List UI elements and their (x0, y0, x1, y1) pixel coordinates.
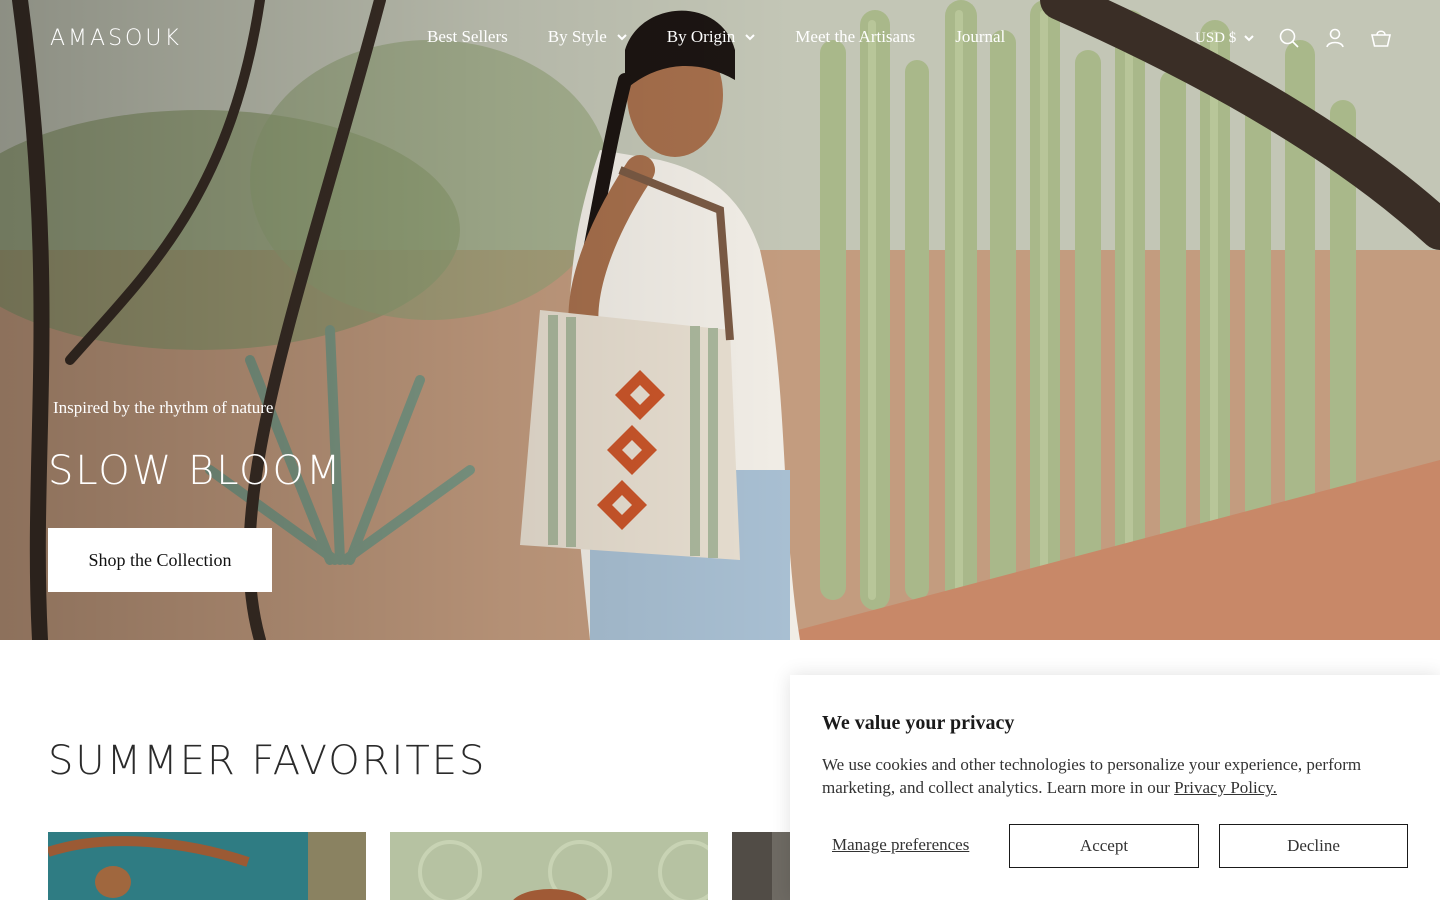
nav-label: Best Sellers (427, 27, 508, 46)
cookie-description: We use cookies and other technologies to… (822, 753, 1422, 799)
product-image (48, 832, 366, 900)
nav-by-origin[interactable]: By Origin (667, 27, 755, 47)
hero-banner: Inspired by the rhythm of nature SLOW BL… (0, 0, 1440, 640)
hero-title: SLOW BLOOM (48, 448, 343, 494)
main-nav: Best Sellers By Style By Origin Meet the… (427, 27, 1045, 47)
chevron-down-icon (745, 34, 755, 41)
currency-selector[interactable]: USD $ (1195, 30, 1254, 47)
chevron-down-icon (617, 34, 627, 41)
nav-journal[interactable]: Journal (955, 27, 1005, 47)
hero-eyebrow: Inspired by the rhythm of nature (53, 398, 274, 417)
currency-label: USD $ (1195, 29, 1237, 46)
header-utilities: USD $ (1195, 27, 1392, 49)
nav-meet-the-artisans[interactable]: Meet the Artisans (795, 27, 915, 47)
accept-button[interactable]: Accept (1009, 824, 1199, 868)
search-icon[interactable] (1278, 27, 1300, 49)
cart-icon[interactable] (1370, 27, 1392, 49)
nav-best-sellers[interactable]: Best Sellers (427, 27, 508, 47)
cookie-text: We use cookies and other technologies to… (822, 755, 1362, 797)
nav-label: By Origin (666, 27, 736, 46)
product-card[interactable] (48, 832, 366, 900)
manage-preferences-link[interactable]: Manage preferences (832, 835, 969, 855)
decline-button[interactable]: Decline (1219, 824, 1408, 868)
nav-label: By Style (547, 27, 607, 46)
nav-label: Journal (955, 27, 1006, 46)
nav-by-style[interactable]: By Style (548, 27, 627, 47)
site-header: AMASOUK Best Sellers By Style By Origin … (0, 0, 1440, 78)
section-title: SUMMER FAVORITES (48, 738, 487, 784)
product-image (390, 832, 708, 900)
chevron-down-icon (1244, 35, 1254, 42)
shop-collection-button[interactable]: Shop the Collection (48, 528, 272, 592)
cookie-title: We value your privacy (822, 712, 1015, 734)
account-icon[interactable] (1324, 27, 1346, 49)
privacy-policy-link[interactable]: Privacy Policy. (1174, 778, 1277, 797)
product-card[interactable] (390, 832, 708, 900)
cookie-consent-banner: We value your privacy We use cookies and… (790, 675, 1440, 900)
logo[interactable]: AMASOUK (50, 26, 182, 51)
nav-label: Meet the Artisans (795, 27, 916, 46)
